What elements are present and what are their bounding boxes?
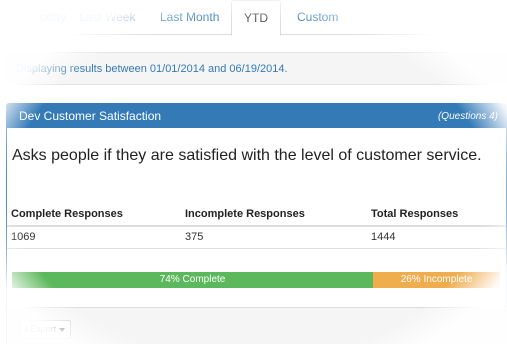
survey-panel-footer: ⭳ Export	[6, 307, 507, 344]
completion-progress-bar: 74% Complete 26% Incomplete	[12, 272, 500, 288]
caret-down-icon	[59, 327, 66, 332]
question-count: (Questions 4)	[437, 111, 498, 122]
tab-ytd[interactable]: YTD	[231, 0, 281, 36]
date-range-tabs: oday Last Week Last Month YTD Custom	[0, 0, 507, 36]
survey-title: Dev Customer Satisfaction	[19, 109, 162, 123]
tab-last-month[interactable]: Last Month	[148, 0, 231, 35]
date-range-text: Displaying results between 01/01/2014 an…	[16, 63, 288, 75]
survey-panel-heading: Dev Customer Satisfaction (Questions 4)	[7, 104, 506, 128]
survey-description: Asks people if they are satisfied with t…	[12, 147, 482, 164]
total-responses-header: Total Responses	[367, 204, 506, 227]
incomplete-responses-header: Incomplete Responses	[181, 204, 367, 227]
download-icon: ⭳	[25, 324, 29, 334]
export-button[interactable]: ⭳ Export	[19, 320, 72, 339]
export-button-label: Export	[30, 324, 57, 334]
date-range-notice: Displaying results between 01/01/2014 an…	[6, 52, 507, 85]
complete-progress-segment: 74% Complete	[12, 272, 374, 288]
incomplete-responses-value: 375	[181, 226, 367, 249]
table-row: 1069 375 1444	[7, 226, 506, 249]
tab-last-week[interactable]: Last Week	[67, 0, 147, 35]
complete-responses-value: 1069	[7, 226, 181, 249]
complete-responses-header: Complete Responses	[7, 204, 181, 227]
incomplete-progress-segment: 26% Incomplete	[373, 272, 500, 288]
total-responses-value: 1444	[367, 226, 506, 249]
response-stats-table: Complete Responses Incomplete Responses …	[7, 204, 506, 249]
tab-custom[interactable]: Custom	[285, 0, 350, 35]
table-header-row: Complete Responses Incomplete Responses …	[7, 204, 506, 227]
